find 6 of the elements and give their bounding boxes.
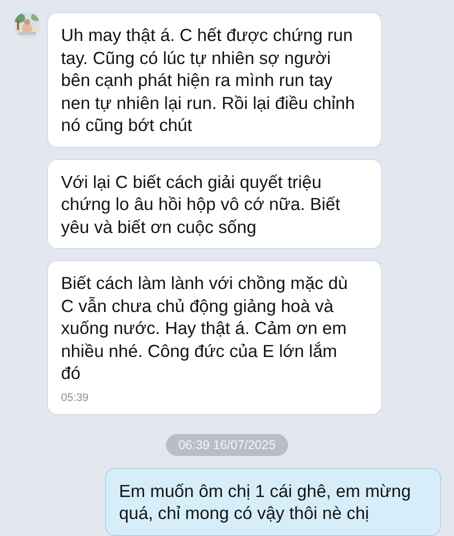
date-separator: 06:39 16/07/2025 bbox=[166, 434, 288, 456]
message-time: 05:39 bbox=[61, 392, 90, 404]
message-text: Em muốn ôm chị 1 cái ghê, em mừng quá, chỉ mong có vậy thôi nè chị bbox=[119, 480, 412, 524]
message-text: Với lại C biết cách giải quyết triệu chứng lo âu hồi hộp vô cớ nữa. Biết yêu và biết ơn cuộc sống bbox=[61, 170, 342, 238]
message-text: Uh may thật á. C hết được chứng run tay. Cũng có lúc tự nhiên sợ người bên cạnh phát hiện ra mình run tay nen tự nhiên lại run. Rồi lại điều chỉnh nó cũng bớt chút bbox=[61, 24, 356, 136]
message-text: Biết cách làm lành với chồng mặc dù C vẫn chưa chủ động giảng hoà và xuống nước. Hay thật á. Cảm ơn em nhiều nhé. Công đức của E lớn lắm đó bbox=[61, 272, 349, 384]
